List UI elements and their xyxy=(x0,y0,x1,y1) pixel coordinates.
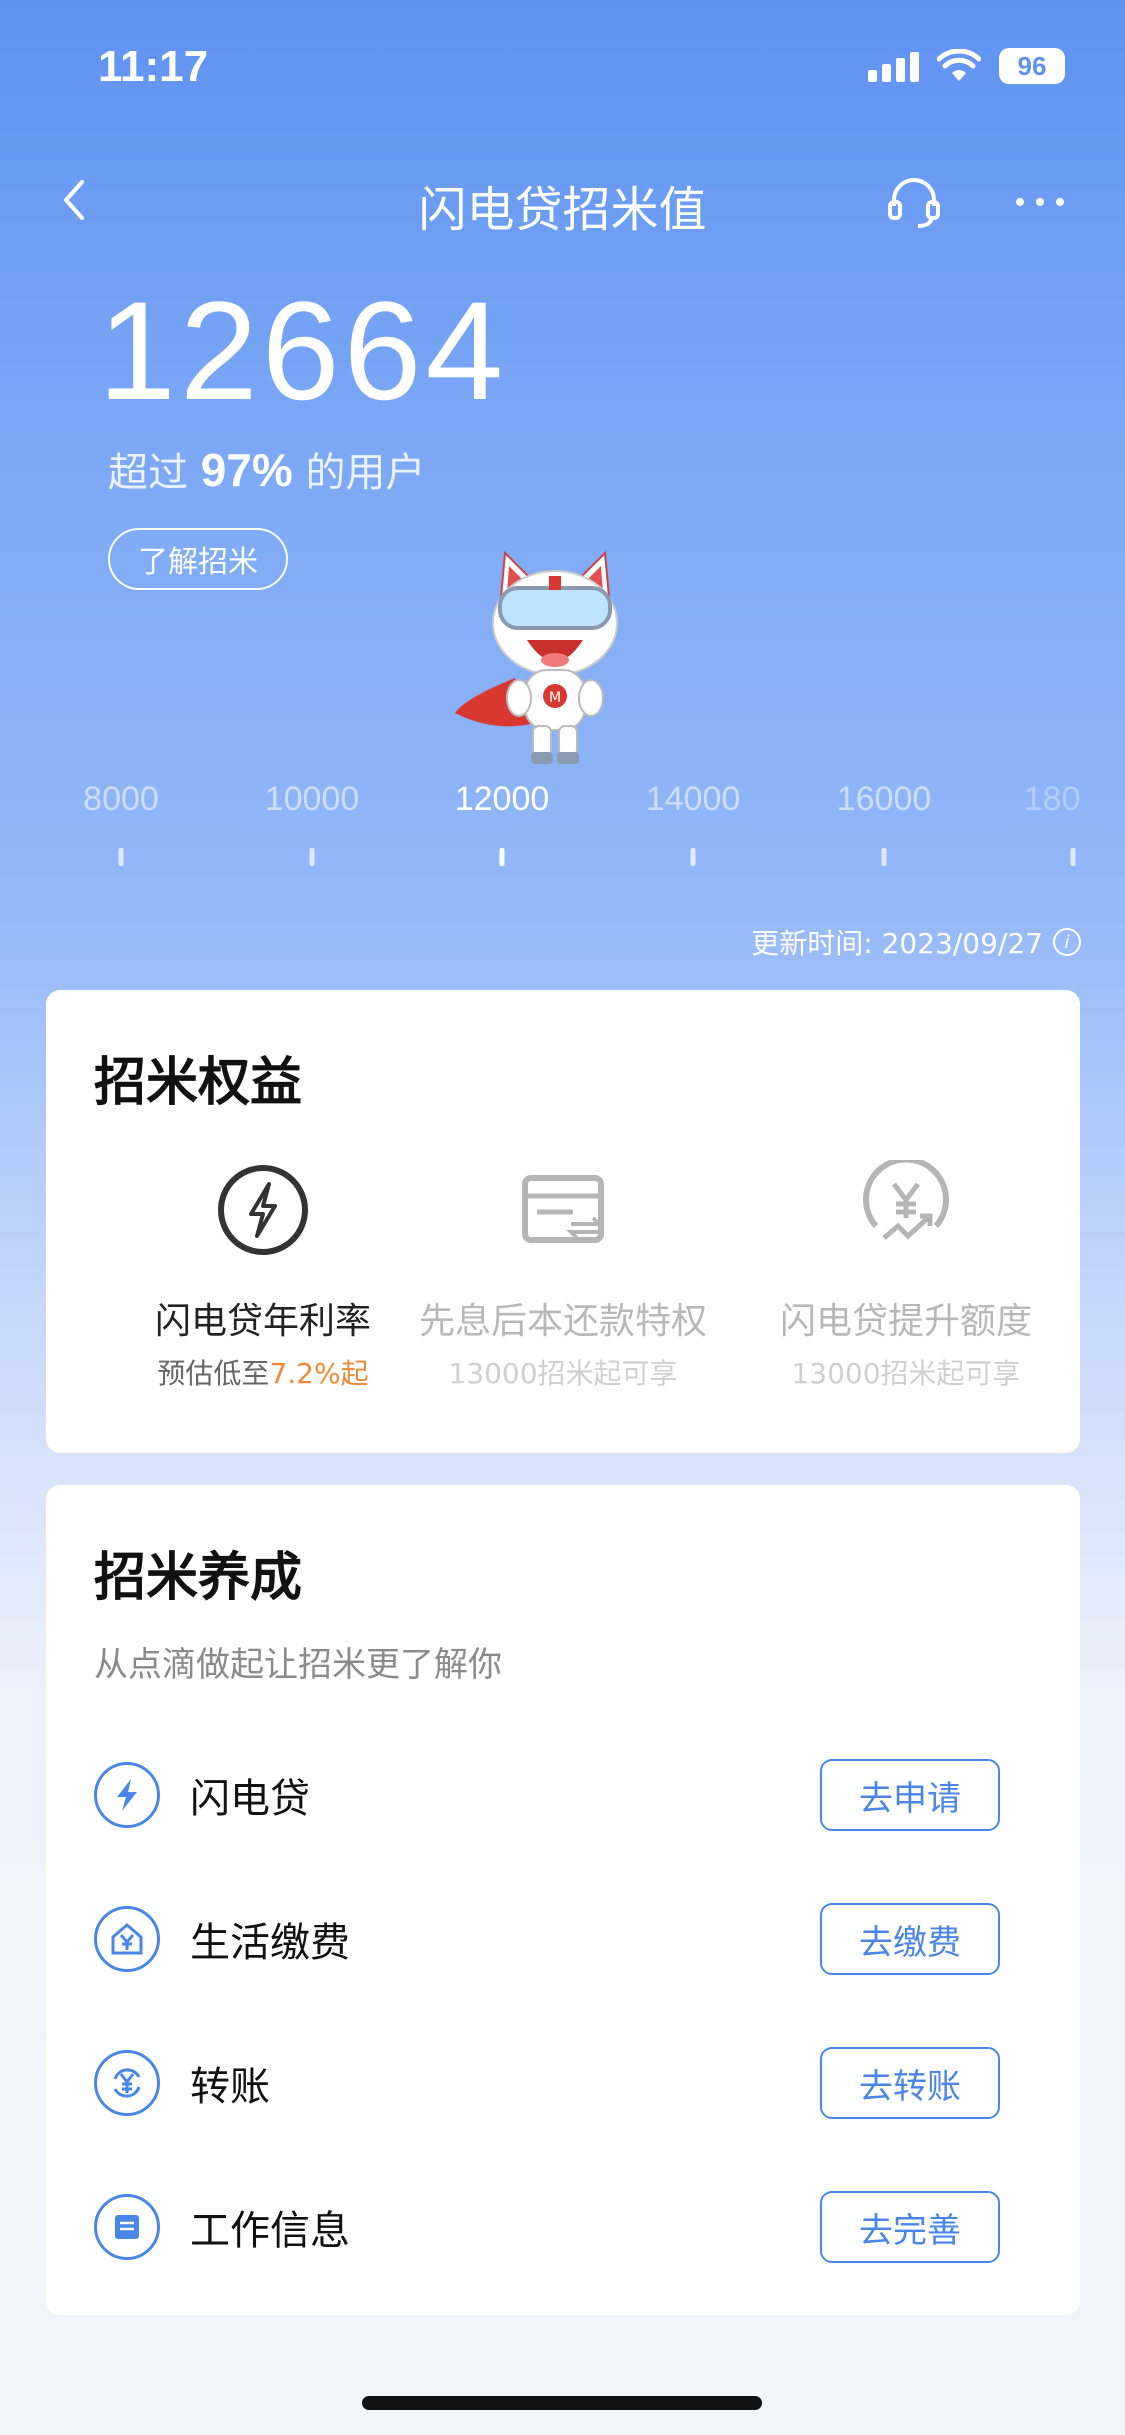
update-time: 更新时间: 2023/09/27 i xyxy=(751,922,1081,962)
card-transfer-icon xyxy=(522,1175,604,1243)
lightning-icon xyxy=(94,1762,160,1828)
scale-tick-label: 8000 xyxy=(83,780,159,818)
score-value: 12664 xyxy=(98,272,508,429)
task-label: 转账 xyxy=(190,2064,270,2110)
cultivate-title: 招米养成 xyxy=(94,1548,303,1608)
scale-tick-mark xyxy=(118,848,124,866)
customer-service-icon[interactable] xyxy=(884,172,944,232)
scale-tick-label: 180 xyxy=(1023,780,1081,818)
page-title: 闪电贷招米值 xyxy=(418,182,707,238)
task-row-transfer: 转账 去转账 xyxy=(94,2043,1034,2123)
benefit-sub-prefix: 预估低至 xyxy=(157,1357,270,1390)
scale-tick-mark xyxy=(499,848,505,866)
exceed-text: 超过 97% 的用户 xyxy=(108,440,426,498)
benefit-sub: 13000招米起可享 xyxy=(791,1357,1021,1390)
scale-tick-mark xyxy=(690,848,696,866)
document-icon xyxy=(94,2194,160,2260)
scale-tick-label: 14000 xyxy=(645,780,741,818)
pay-button[interactable]: 去缴费 xyxy=(820,1903,1000,1975)
benefit-interest-first[interactable]: 先息后本还款特权 13000招米起可享 xyxy=(403,1160,723,1392)
benefit-sub-highlight: 7.2%起 xyxy=(269,1357,369,1390)
scale-tick-label: 10000 xyxy=(264,780,360,818)
benefits-card: 招米权益 闪电贷年利率 预估低至7.2%起 先息后本还款特权 13000招米起可… xyxy=(46,990,1080,1453)
exceed-percent: 97% xyxy=(200,444,293,496)
info-icon[interactable]: i xyxy=(1053,928,1081,956)
benefit-rate[interactable]: 闪电贷年利率 预估低至7.2%起 xyxy=(103,1160,423,1392)
complete-button[interactable]: 去完善 xyxy=(820,2191,1000,2263)
nav-bar: 闪电贷招米值 xyxy=(0,160,1125,240)
task-row-bills: 生活缴费 去缴费 xyxy=(94,1899,1034,1979)
benefit-raise-limit[interactable]: 闪电贷提升额度 13000招米起可享 xyxy=(746,1156,1066,1392)
status-time: 11:17 xyxy=(98,42,209,91)
scale-tick-mark xyxy=(1070,848,1076,866)
exceed-prefix: 超过 xyxy=(108,450,188,496)
benefit-name: 闪电贷年利率 xyxy=(154,1301,371,1342)
task-label: 闪电贷 xyxy=(190,1776,310,1822)
scale-tick-mark xyxy=(881,848,887,866)
status-icons: 96 xyxy=(868,48,1065,84)
mascot-cat-icon: M xyxy=(455,550,618,764)
cellular-signal-icon xyxy=(868,50,919,82)
yuan-growth-icon xyxy=(863,1156,949,1240)
wifi-icon xyxy=(937,49,981,81)
scale-tick-label: 16000 xyxy=(836,780,932,818)
benefit-name: 先息后本还款特权 xyxy=(418,1301,707,1342)
svg-text:M: M xyxy=(549,690,561,706)
learn-zhaomi-button[interactable]: 了解招米 xyxy=(108,528,288,590)
home-indicator[interactable] xyxy=(362,2396,762,2410)
transfer-button[interactable]: 去转账 xyxy=(820,2047,1000,2119)
transfer-yuan-icon xyxy=(94,2050,160,2116)
cultivate-card: 招米养成 从点滴做起让招米更了解你 闪电贷 去申请 生活缴费 去缴费 转账 去转… xyxy=(46,1485,1080,2315)
more-icon[interactable] xyxy=(1010,172,1070,232)
apply-button[interactable]: 去申请 xyxy=(820,1759,1000,1831)
scale-tick-label-active: 12000 xyxy=(454,780,550,818)
lightning-circle-icon xyxy=(218,1165,308,1255)
exceed-suffix: 的用户 xyxy=(305,450,426,496)
task-label: 生活缴费 xyxy=(190,1920,350,1966)
benefits-title: 招米权益 xyxy=(94,1053,303,1113)
update-time-text: 更新时间: 2023/09/27 xyxy=(751,927,1043,960)
benefit-sub: 预估低至7.2%起 xyxy=(103,1352,423,1392)
battery-icon: 96 xyxy=(999,48,1065,84)
scale-tick-mark xyxy=(309,848,315,866)
score-scale: 8000 10000 12000 14000 16000 180 xyxy=(0,780,1125,870)
benefit-name: 闪电贷提升额度 xyxy=(779,1301,1032,1342)
cultivate-subtitle: 从点滴做起让招米更了解你 xyxy=(94,1645,502,1685)
task-label: 工作信息 xyxy=(190,2208,350,2254)
task-row-work-info: 工作信息 去完善 xyxy=(94,2187,1034,2267)
status-bar: 11:17 96 xyxy=(0,0,1125,130)
home-yuan-icon xyxy=(94,1906,160,1972)
task-row-loan: 闪电贷 去申请 xyxy=(94,1755,1034,1835)
benefit-sub: 13000招米起可享 xyxy=(448,1357,678,1390)
